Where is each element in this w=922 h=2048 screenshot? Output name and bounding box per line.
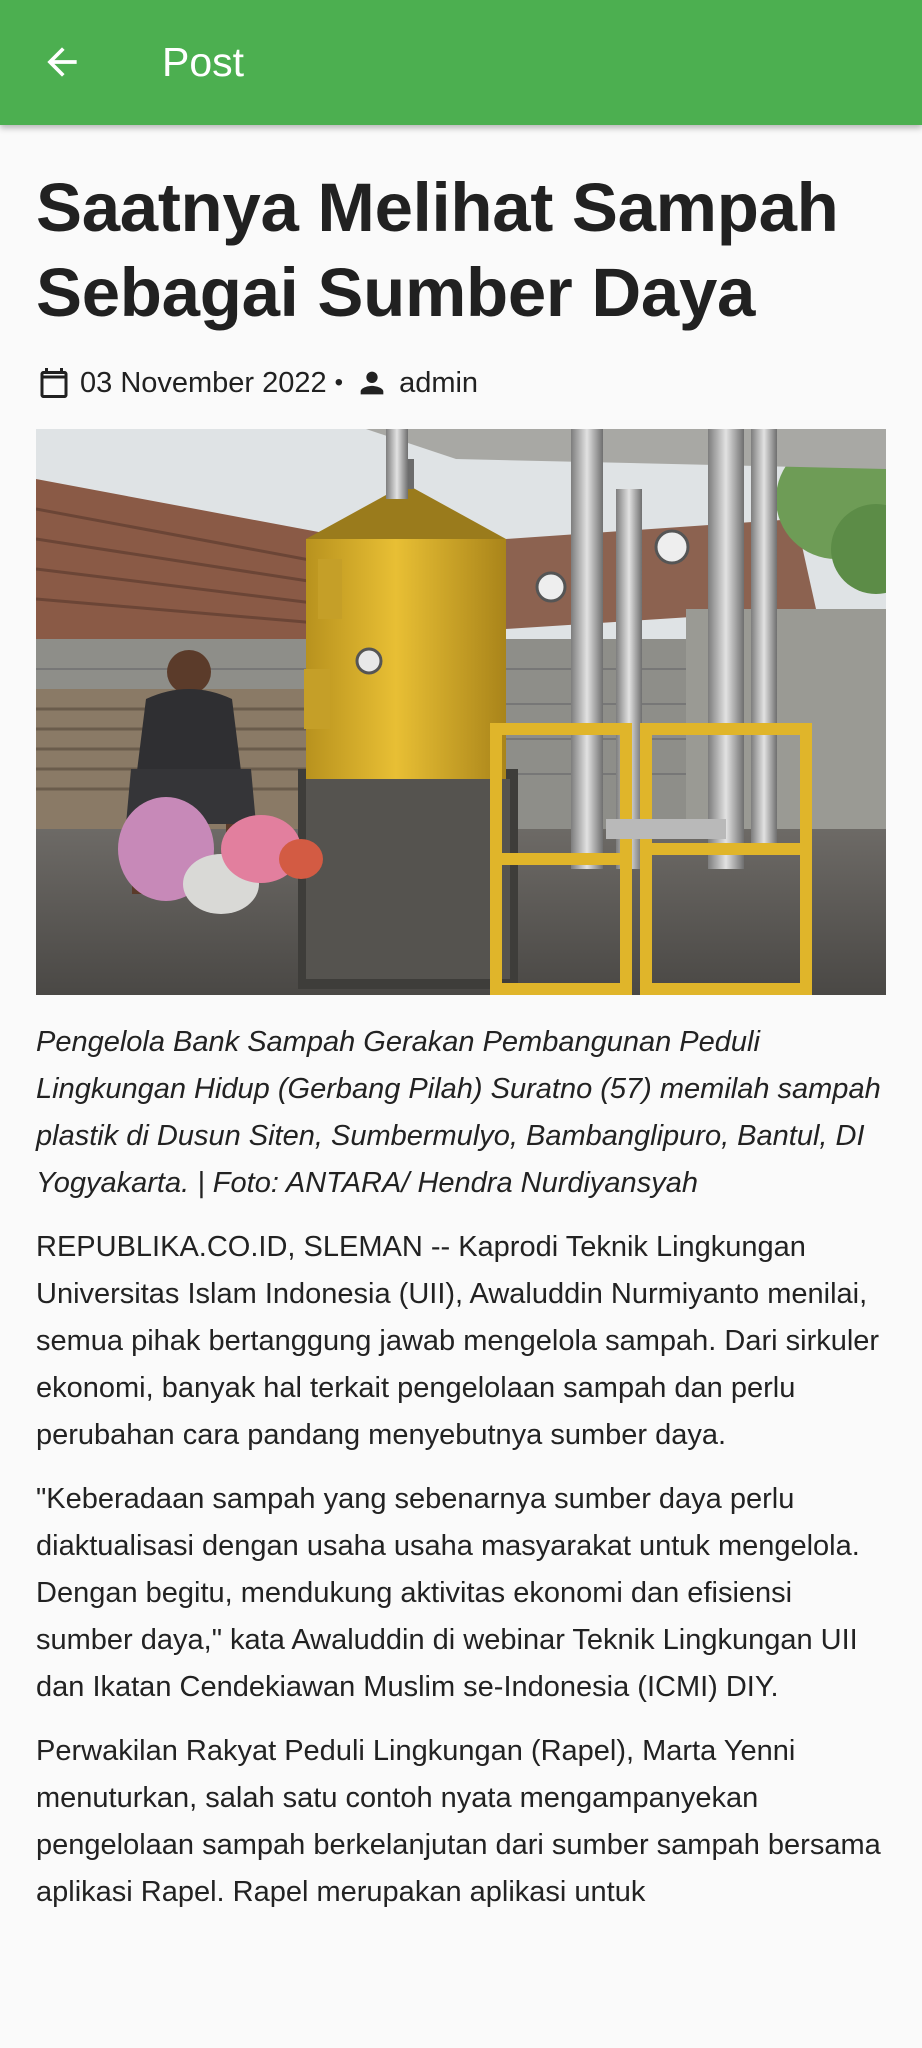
post-image[interactable] [36,429,886,995]
post-date: 03 November 2022 [80,366,327,399]
post-meta: 03 November 2022 • admin [36,363,888,403]
post-title: Saatnya Melihat Sampah Sebagai Sumber Da… [36,169,839,331]
post-author: admin [399,366,479,399]
meta-separator: • [334,369,344,396]
image-caption: Pengelola Bank Sampah Gerakan Pembanguna… [36,1026,881,1199]
paragraph-3: Perwakilan Rakyat Peduli Lingkungan (Rap… [36,1735,881,1908]
photo [36,429,886,995]
paragraph-2: "Keberadaan sampah yang sebenarnya sumbe… [36,1483,860,1703]
post-content: Saatnya Melihat Sampah Sebagai Sumber Da… [36,125,888,1916]
calendar-icon [36,365,72,401]
app-bar-title: Post [162,39,245,85]
app-bar: Post [0,0,922,125]
paragraph-1: REPUBLIKA.CO.ID, SLEMAN -- Kaprodi Tekni… [36,1231,880,1451]
person-icon [355,366,389,400]
back-button[interactable] [28,28,96,96]
arrow-left-icon [47,47,77,77]
